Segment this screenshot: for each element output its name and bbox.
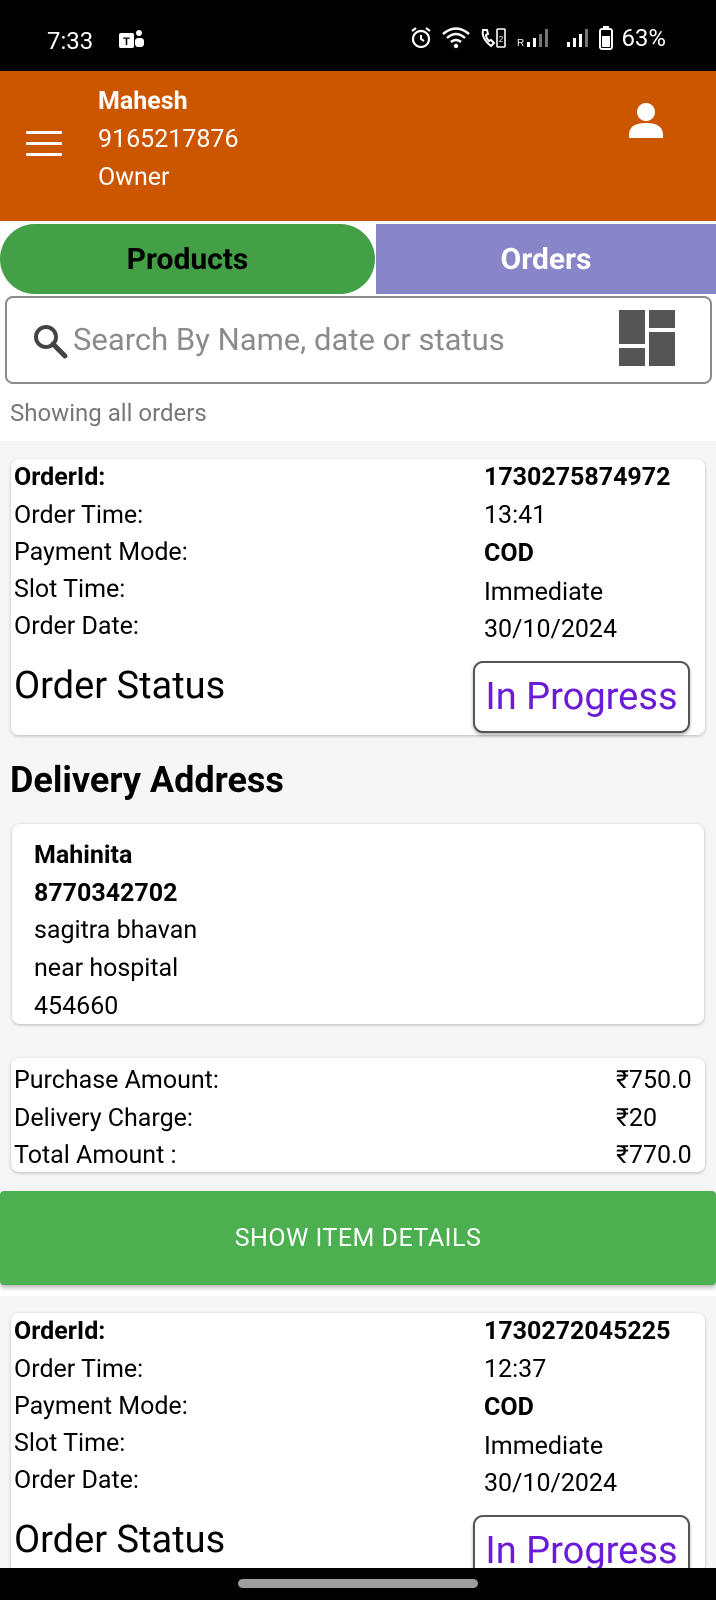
total-amount-label: Total Amount : (14, 1141, 177, 1170)
slot-time-label: Slot Time: (14, 1429, 126, 1458)
status-time: 7:33 (47, 27, 94, 55)
order-status-label: Order Status (14, 664, 226, 708)
total-amount-value: ₹770.0 (616, 1141, 692, 1170)
order-date-label: Order Date: (14, 1466, 139, 1495)
battery-icon (599, 26, 614, 50)
order-time-value: 13:41 (484, 501, 547, 530)
system-nav-bar (0, 1568, 716, 1600)
search-input[interactable]: Search By Name, date or status (73, 321, 505, 358)
svg-text:R: R (517, 38, 524, 49)
volte-call-icon: 2 (482, 28, 507, 48)
slot-time-value: Immediate (484, 578, 604, 607)
address-line-2: near hospital (34, 954, 179, 983)
status-bar: 7:33 T 2 R 63% (0, 0, 716, 71)
payment-mode-label: Payment Mode: (14, 1392, 188, 1421)
order-date-value: 30/10/2024 (484, 615, 618, 644)
order-time-value: 12:37 (484, 1355, 547, 1384)
customer-phone: 8770342702 (34, 879, 178, 908)
battery-percent: 63% (621, 24, 666, 52)
search-bar[interactable]: Search By Name, date or status (5, 296, 712, 384)
order-id-value: 1730272045225 (484, 1317, 671, 1346)
order-summary-card: OrderId: 1730272045225 Order Time: 12:37… (11, 1313, 705, 1573)
status-icons: 2 R 63% (409, 24, 666, 52)
delivery-address-heading: Delivery Address (10, 759, 284, 801)
status-button[interactable]: In Progress (473, 1515, 690, 1573)
teams-icon: T (119, 30, 144, 48)
app-header: Mahesh 9165217876 Owner (0, 71, 716, 221)
payment-mode-value: COD (484, 539, 534, 568)
purchase-amount-label: Purchase Amount: (14, 1066, 219, 1095)
dashboard-layout-icon[interactable] (617, 308, 677, 368)
order-time-label: Order Time: (14, 501, 144, 530)
search-icon (34, 325, 68, 359)
customer-name: Mahinita (34, 841, 133, 870)
delivery-charge-value: ₹20 (616, 1104, 658, 1133)
order-status-label: Order Status (14, 1518, 226, 1562)
showing-label: Showing all orders (10, 399, 207, 427)
order-id-label: OrderId: (14, 1317, 106, 1346)
user-name: Mahesh (98, 87, 188, 116)
order-date-value: 30/10/2024 (484, 1469, 618, 1498)
order-time-label: Order Time: (14, 1355, 144, 1384)
order-id-label: OrderId: (14, 463, 106, 492)
wifi-icon (442, 27, 471, 49)
tab-products[interactable]: Products (0, 224, 375, 294)
menu-icon[interactable] (26, 131, 62, 157)
status-button[interactable]: In Progress (473, 661, 690, 733)
account-icon[interactable] (628, 101, 664, 141)
user-role: Owner (98, 163, 170, 192)
delivery-charge-label: Delivery Charge: (14, 1104, 193, 1133)
address-pincode: 454660 (34, 992, 119, 1021)
svg-text:T: T (123, 36, 130, 48)
signal-icon (567, 29, 589, 47)
slot-time-label: Slot Time: (14, 575, 126, 604)
order-date-label: Order Date: (14, 612, 139, 641)
payment-mode-value: COD (484, 1393, 534, 1422)
address-line-1: sagitra bhavan (34, 916, 198, 945)
alarm-icon (411, 27, 432, 49)
show-item-details-button[interactable]: SHOW ITEM DETAILS (0, 1191, 716, 1285)
slot-time-value: Immediate (484, 1432, 604, 1461)
svg-text:2: 2 (499, 35, 504, 44)
purchase-amount-value: ₹750.0 (616, 1066, 692, 1095)
signal-icon: R (517, 29, 549, 49)
home-gesture-handle[interactable] (238, 1579, 478, 1588)
payment-mode-label: Payment Mode: (14, 538, 188, 567)
tab-orders[interactable]: Orders (376, 224, 716, 294)
user-phone: 9165217876 (98, 125, 239, 154)
order-id-value: 1730275874972 (484, 463, 671, 492)
order-summary-card: OrderId: 1730275874972 Order Time: 13:41… (11, 459, 705, 735)
